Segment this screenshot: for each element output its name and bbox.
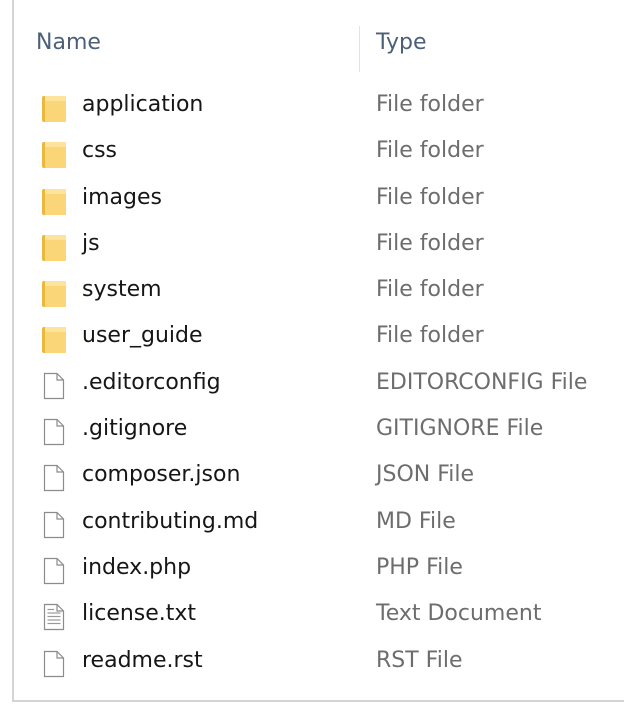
file-icon [40,463,68,493]
list-item-system[interactable]: system File folder [14,269,624,315]
column-header-name[interactable]: Name [36,30,101,55]
item-type: File folder [376,184,484,210]
item-type: PHP File [376,554,463,580]
column-header-type[interactable]: Type [376,30,427,55]
file-icon [40,510,68,540]
item-type: GITIGNORE File [376,416,544,442]
item-type: File folder [376,92,484,117]
item-name: readme.rst [82,647,203,673]
file-icon [40,649,68,679]
folder-icon [40,93,68,123]
list-item-readme-rst[interactable]: readme.rst RST File [14,640,624,686]
list-item-js[interactable]: js File folder [14,223,624,269]
folder-icon [40,232,68,262]
list-item-composer-json[interactable]: composer.json JSON File [14,454,624,500]
file-icon [40,371,68,401]
item-name: index.php [82,554,192,580]
list-item-contributing-md[interactable]: contributing.md MD File [14,501,624,547]
item-name: contributing.md [82,508,259,534]
file-list: application File folder css File folder … [14,84,624,686]
item-name: user_guide [82,323,203,349]
list-item-index-php[interactable]: index.php PHP File [14,547,624,593]
list-item-user-guide[interactable]: user_guide File folder [14,315,624,361]
item-name: license.txt [82,601,197,627]
folder-icon [40,278,68,308]
list-item-editorconfig[interactable]: .editorconfig EDITORCONFIG File [14,362,624,408]
folder-icon [40,324,68,354]
list-item-gitignore[interactable]: .gitignore GITIGNORE File [14,408,624,454]
item-type: File folder [376,230,484,256]
file-icon [40,417,68,447]
item-name: js [82,230,100,256]
column-divider[interactable] [359,26,360,72]
item-type: File folder [376,323,484,349]
item-type: JSON File [376,462,475,488]
item-type: File folder [376,277,484,303]
list-item-css[interactable]: css File folder [14,130,624,176]
column-header-bar: Name Type [14,0,624,88]
item-name: .gitignore [82,416,188,442]
list-item-license-txt[interactable]: license.txt Text Document [14,593,624,639]
item-type: EDITORCONFIG File [376,369,588,395]
item-type: File folder [376,138,484,164]
item-name: images [82,184,162,210]
list-item-application[interactable]: application File folder [14,84,624,130]
item-name: css [82,138,118,164]
item-name: system [82,277,162,303]
item-name: .editorconfig [82,369,221,395]
item-type: RST File [376,647,463,673]
item-type: Text Document [376,601,542,627]
item-type: MD File [376,508,456,534]
item-name: application [82,92,204,117]
folder-icon [40,139,68,169]
file-icon [40,556,68,586]
text-document-icon [40,602,68,632]
item-name: composer.json [82,462,241,488]
folder-icon [40,186,68,216]
file-list-pane: Name Type application File folder css Fi… [12,0,624,702]
list-item-images[interactable]: images File folder [14,177,624,223]
